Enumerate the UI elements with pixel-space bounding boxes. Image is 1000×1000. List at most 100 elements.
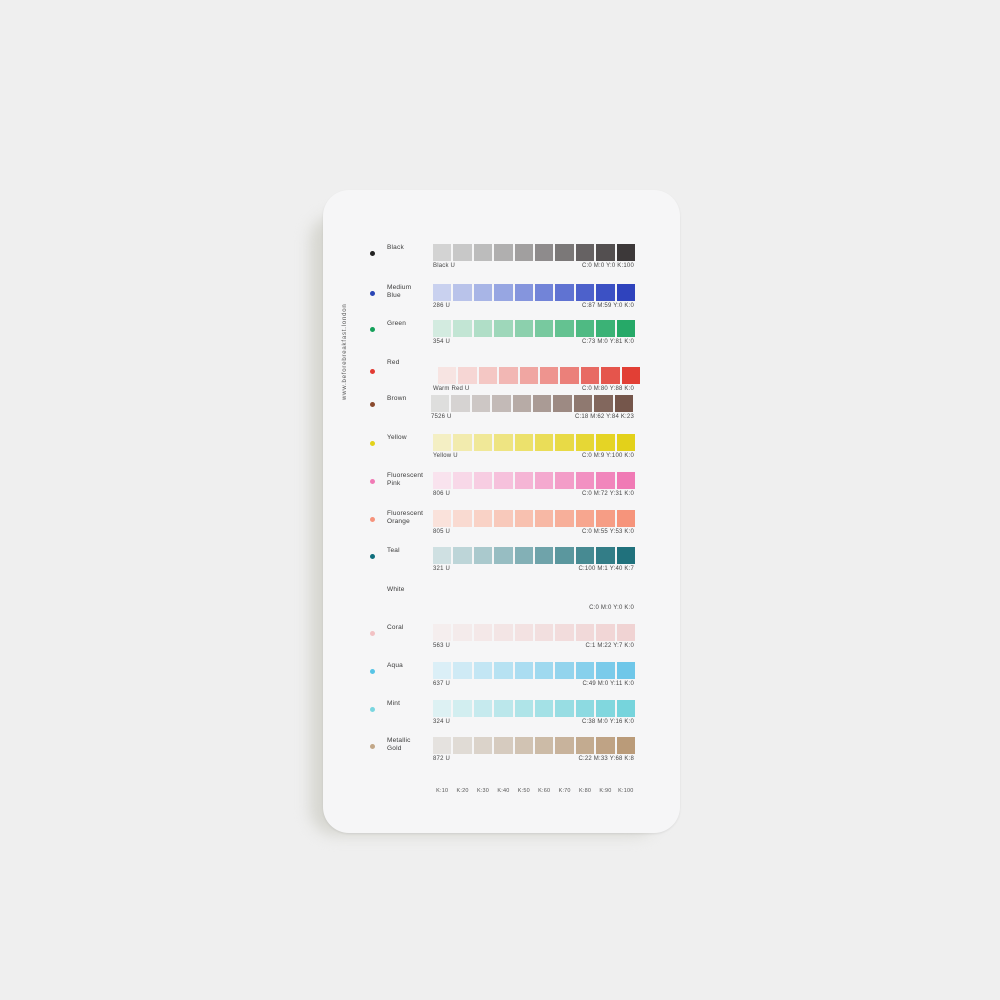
color-swatch [540, 367, 559, 384]
color-swatch [494, 434, 513, 451]
k-label: K:50 [517, 788, 530, 794]
color-swatch [473, 284, 493, 301]
color-swatch [596, 510, 615, 527]
swatch-strip [433, 244, 636, 261]
color-swatch [433, 510, 452, 527]
color-swatch [453, 320, 472, 337]
cmyk-value: C:87 M:59 Y:0 K:0 [582, 303, 634, 309]
color-swatch [453, 737, 472, 754]
color-swatch [596, 320, 615, 337]
color-swatch [616, 472, 636, 489]
color-swatch [514, 662, 534, 679]
color-swatch [535, 510, 554, 527]
color-dot-icon [370, 631, 375, 636]
k-label: K:10 [436, 788, 449, 794]
color-swatch [473, 510, 493, 527]
color-swatch [555, 737, 574, 754]
color-swatch [451, 395, 470, 412]
color-swatch [494, 244, 513, 261]
color-swatch [575, 510, 595, 527]
swatch-strip [433, 624, 636, 641]
swatch-row: Teal 321 U C:100 M:1 Y:40 K:7 [323, 547, 680, 579]
cmyk-value: C:73 M:0 Y:81 K:0 [582, 339, 634, 345]
color-swatch [535, 472, 554, 489]
color-swatch [473, 624, 493, 641]
swatch-strip [433, 510, 636, 527]
pantone-code: 286 U [433, 303, 451, 309]
color-swatch [596, 586, 615, 603]
color-swatch [433, 662, 452, 679]
color-dot-icon [370, 554, 375, 559]
color-swatch [596, 624, 615, 641]
swatch-row: Coral 563 U C:1 M:22 Y:7 K:0 [323, 624, 680, 656]
color-swatch [494, 624, 513, 641]
swatch-row: Green 354 U C:73 M:0 Y:81 K:0 [323, 320, 680, 352]
color-swatch [535, 700, 554, 717]
color-swatch [555, 472, 574, 489]
swatch-strip [433, 737, 636, 754]
pantone-code: 354 U [433, 339, 451, 345]
color-swatch [535, 434, 554, 451]
swatch-row: Red Warm Red U C:0 M:80 Y:88 K:0 [323, 359, 680, 392]
color-swatch [560, 367, 579, 384]
color-swatch [473, 547, 493, 564]
color-swatch [433, 737, 452, 754]
swatch-row: Mint 324 U C:38 M:0 Y:16 K:0 [323, 700, 680, 732]
color-swatch [596, 662, 615, 679]
color-swatch [453, 472, 472, 489]
color-swatch [514, 624, 534, 641]
color-swatch [555, 320, 574, 337]
k-label: K:30 [476, 788, 490, 794]
swatch-strip [433, 320, 636, 337]
color-swatch [514, 586, 534, 603]
swatch-row: Metallic Gold 872 U C:22 M:33 Y:68 K:8 [323, 737, 680, 769]
swatch-row: Fluorescent Orange 805 U C:0 M:55 Y:53 K:0 [323, 510, 680, 542]
color-swatch [616, 284, 636, 301]
color-swatch [492, 395, 511, 412]
color-swatch [555, 547, 574, 564]
color-swatch [473, 662, 493, 679]
color-swatch [458, 367, 477, 384]
color-swatch [535, 662, 554, 679]
swatch-strip [438, 367, 641, 384]
color-swatch [575, 737, 595, 754]
swatch-strip [433, 700, 636, 717]
k-label: K:40 [497, 788, 510, 794]
color-swatch [478, 367, 498, 384]
color-swatch [596, 737, 615, 754]
color-swatch [555, 244, 574, 261]
pantone-code: 872 U [433, 756, 451, 762]
color-swatch [433, 284, 452, 301]
color-swatch [621, 367, 641, 384]
color-swatch [433, 547, 452, 564]
swatch-strip [433, 472, 636, 489]
color-swatch [580, 367, 600, 384]
pantone-code: 324 U [433, 719, 451, 725]
color-swatch [431, 395, 450, 412]
swatch-strip [433, 586, 636, 603]
color-dot-icon [370, 327, 375, 332]
color-swatch [616, 737, 636, 754]
color-swatch [616, 320, 636, 337]
color-swatch [575, 284, 595, 301]
color-swatch [616, 434, 636, 451]
cmyk-value: C:0 M:0 Y:0 K:0 [589, 605, 634, 611]
color-dot-icon [370, 517, 375, 522]
swatch-strip [433, 284, 636, 301]
color-swatch [616, 244, 636, 261]
swatch-row: Medium Blue 286 U C:87 M:59 Y:0 K:0 [323, 284, 680, 316]
color-swatch [433, 586, 452, 603]
color-swatch [473, 700, 493, 717]
pantone-code: Yellow U [433, 453, 458, 459]
color-dot-icon [370, 593, 375, 598]
color-swatch [494, 586, 513, 603]
color-swatch [555, 510, 574, 527]
color-swatch [575, 624, 595, 641]
color-swatch [519, 367, 539, 384]
color-swatch [499, 367, 518, 384]
k-value-labels: K:10 K:20 K:30 K:40 K:50 K:60 K:70 K:80 K:90 K:10… [433, 788, 635, 794]
website-label: www.beforebreakfast.london [342, 303, 348, 400]
swatch-row: White C:0 M:0 Y:0 K:0 [323, 586, 680, 618]
color-swatch [596, 244, 615, 261]
color-swatch [616, 624, 636, 641]
